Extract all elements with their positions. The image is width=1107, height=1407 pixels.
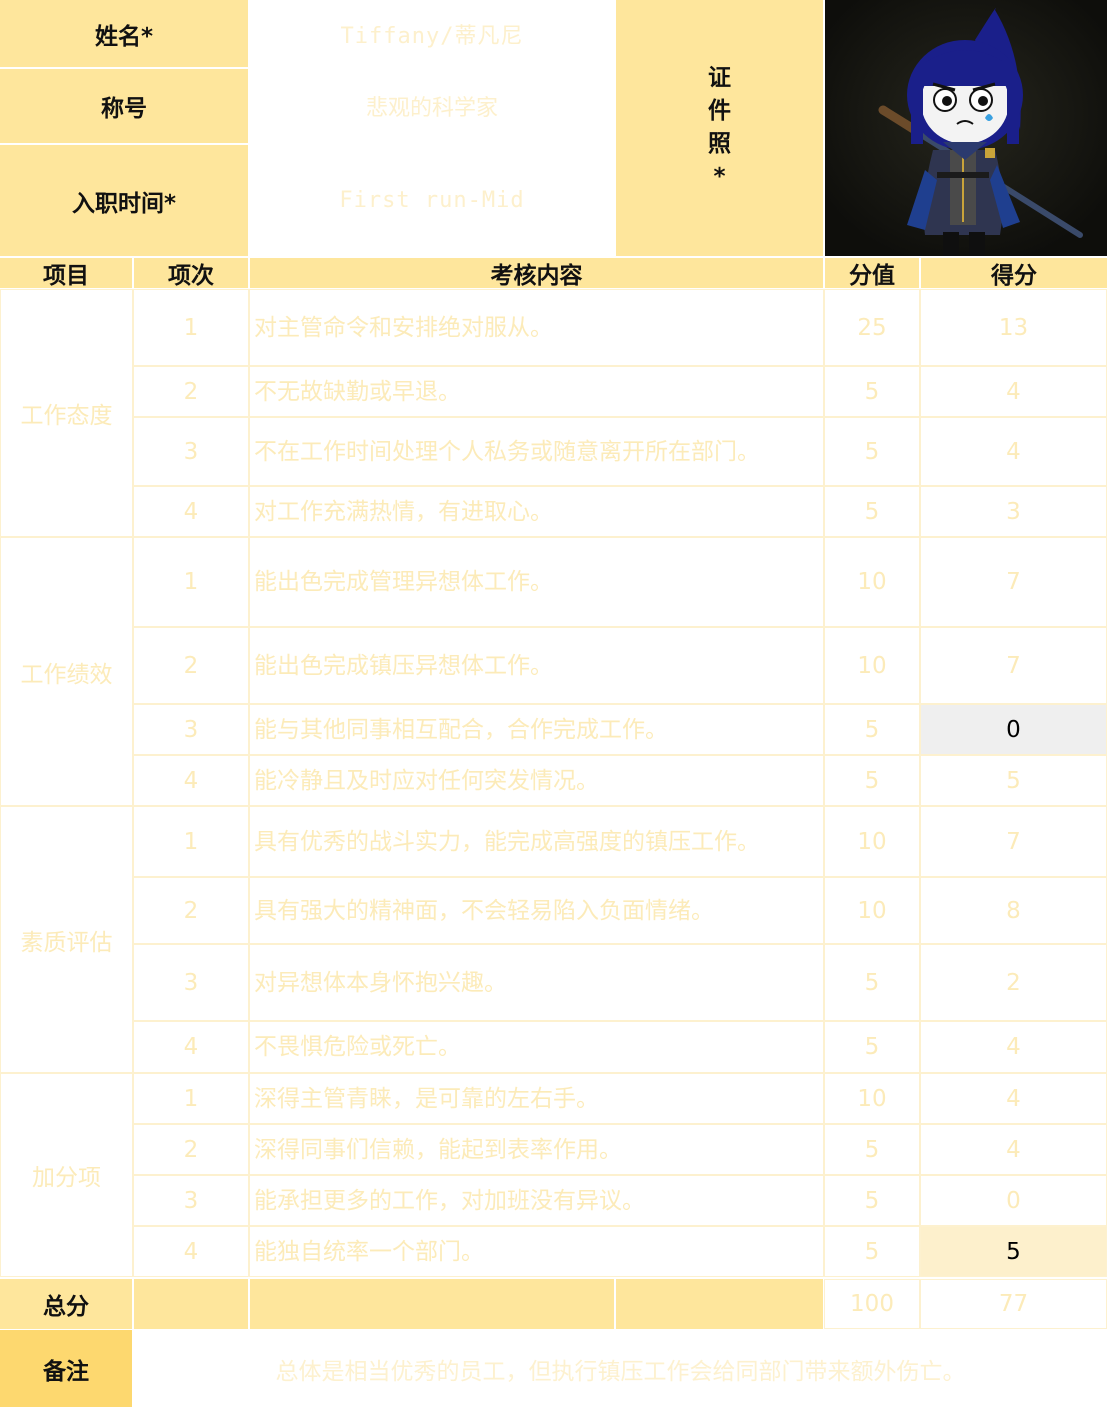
- row-content: 对异想体本身怀抱兴趣。: [249, 944, 824, 1021]
- total-label: 总分: [0, 1279, 132, 1329]
- row-score[interactable]: 4: [920, 1124, 1107, 1175]
- row-index: 2: [133, 366, 249, 417]
- row-content: 对主管命令和安排绝对服从。: [249, 289, 824, 366]
- title-label: 称号: [0, 69, 248, 143]
- row-score[interactable]: 8: [920, 877, 1107, 944]
- row-score[interactable]: 2: [920, 944, 1107, 1021]
- category-attitude: 工作态度: [0, 289, 133, 537]
- col-score: 得分: [921, 258, 1107, 288]
- row-index: 2: [133, 627, 249, 704]
- row-index: 3: [133, 944, 249, 1021]
- row-content: 能冷静且及时应对任何突发情况。: [249, 755, 824, 806]
- row-index: 4: [133, 1021, 249, 1073]
- photo-label-char: *: [713, 164, 726, 190]
- row-content: 具有强大的精神面，不会轻易陷入负面情绪。: [249, 877, 824, 944]
- col-points: 分值: [825, 258, 919, 288]
- row-index: 3: [133, 417, 249, 486]
- total-blank: [616, 1279, 823, 1329]
- name-value[interactable]: Tiffany/蒂凡尼: [250, 0, 614, 67]
- row-index: 3: [133, 704, 249, 755]
- row-points: 5: [824, 704, 920, 755]
- row-score[interactable]: 3: [920, 486, 1107, 537]
- total-points: 100: [824, 1279, 920, 1329]
- row-points: 5: [824, 486, 920, 537]
- row-content: 能出色完成管理异想体工作。: [249, 537, 824, 627]
- row-points: 5: [824, 944, 920, 1021]
- row-content: 深得主管青睐，是可靠的左右手。: [249, 1073, 824, 1124]
- row-content: 能独自统率一个部门。: [249, 1226, 824, 1277]
- row-index: 4: [133, 1226, 249, 1277]
- row-index: 2: [133, 1124, 249, 1175]
- row-score-highlighted[interactable]: 5: [920, 1226, 1107, 1277]
- row-points: 5: [824, 1021, 920, 1073]
- row-score[interactable]: 4: [920, 366, 1107, 417]
- row-score[interactable]: 4: [920, 417, 1107, 486]
- row-score[interactable]: 13: [920, 289, 1107, 366]
- row-index: 1: [133, 806, 249, 877]
- row-index: 2: [133, 877, 249, 944]
- total-blank: [134, 1279, 248, 1329]
- row-points: 5: [824, 755, 920, 806]
- row-points: 5: [824, 1124, 920, 1175]
- remark-text[interactable]: 总体是相当优秀的员工，但执行镇压工作会给同部门带来额外伤亡。: [134, 1330, 1107, 1407]
- photo-label-char: 证: [708, 65, 731, 91]
- row-content: 对工作充满热情，有进取心。: [249, 486, 824, 537]
- row-points: 25: [824, 289, 920, 366]
- row-content: 不在工作时间处理个人私务或随意离开所在部门。: [249, 417, 824, 486]
- row-score[interactable]: 5: [920, 755, 1107, 806]
- row-points: 5: [824, 417, 920, 486]
- row-score-selected[interactable]: 0: [920, 704, 1107, 755]
- row-content: 能承担更多的工作，对加班没有异议。: [249, 1175, 824, 1226]
- row-points: 10: [824, 877, 920, 944]
- row-content: 深得同事们信赖，能起到表率作用。: [249, 1124, 824, 1175]
- col-category: 项目: [0, 258, 132, 288]
- row-points: 10: [824, 806, 920, 877]
- row-points: 10: [824, 537, 920, 627]
- name-label: 姓名*: [0, 0, 248, 67]
- row-score[interactable]: 0: [920, 1175, 1107, 1226]
- row-content: 不畏惧危险或死亡。: [249, 1021, 824, 1073]
- row-score[interactable]: 7: [920, 537, 1107, 627]
- hire-date-value[interactable]: First run-Mid: [250, 145, 614, 256]
- row-index: 3: [133, 1175, 249, 1226]
- character-portrait: [825, 0, 1107, 256]
- photo-label-char: 照: [708, 131, 731, 157]
- category-bonus: 加分项: [0, 1073, 133, 1277]
- row-content: 具有优秀的战斗实力，能完成高强度的镇压工作。: [249, 806, 824, 877]
- row-score[interactable]: 4: [920, 1021, 1107, 1073]
- title-value[interactable]: 悲观的科学家: [250, 69, 614, 143]
- col-index: 项次: [134, 258, 248, 288]
- col-content: 考核内容: [250, 258, 823, 288]
- row-points: 10: [824, 1073, 920, 1124]
- row-score[interactable]: 4: [920, 1073, 1107, 1124]
- row-points: 10: [824, 627, 920, 704]
- row-content: 能出色完成镇压异想体工作。: [249, 627, 824, 704]
- row-index: 4: [133, 486, 249, 537]
- category-performance: 工作绩效: [0, 537, 133, 806]
- row-points: 5: [824, 366, 920, 417]
- row-content: 不无故缺勤或早退。: [249, 366, 824, 417]
- row-index: 1: [133, 289, 249, 366]
- hire-date-label: 入职时间*: [0, 145, 248, 256]
- total-score: 77: [920, 1279, 1107, 1329]
- row-index: 1: [133, 1073, 249, 1124]
- photo-label-char: 件: [708, 98, 731, 124]
- category-quality: 素质评估: [0, 806, 133, 1073]
- id-photo: [825, 0, 1107, 256]
- row-index: 4: [133, 755, 249, 806]
- photo-label: 证 件 照 *: [616, 0, 823, 256]
- total-blank: [250, 1279, 614, 1329]
- row-score[interactable]: 7: [920, 627, 1107, 704]
- remark-label: 备注: [0, 1330, 132, 1407]
- row-index: 1: [133, 537, 249, 627]
- row-score[interactable]: 7: [920, 806, 1107, 877]
- row-content: 能与其他同事相互配合，合作完成工作。: [249, 704, 824, 755]
- row-points: 5: [824, 1175, 920, 1226]
- row-points: 5: [824, 1226, 920, 1277]
